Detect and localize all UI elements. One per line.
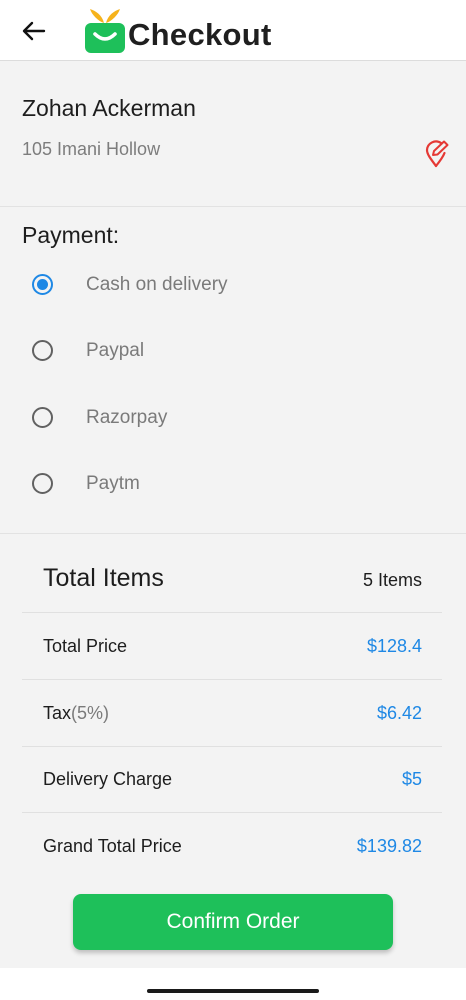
grand-total-value: $139.82	[356, 836, 422, 856]
shopping-basket-logo-icon	[85, 9, 125, 53]
total-items-label: Total Items	[43, 564, 164, 592]
total-price-value: $128.4	[366, 636, 422, 656]
delivery-charge-row: Delivery Charge $5	[22, 746, 442, 813]
grand-total-label: Grand Total Price	[43, 836, 182, 856]
delivery-charge-value: $5	[401, 769, 422, 789]
confirm-order-button[interactable]: Confirm Order	[73, 894, 393, 950]
payment-option-cash-on-delivery[interactable]: Cash on delivery	[22, 263, 442, 307]
home-indicator[interactable]	[147, 989, 319, 993]
payment-section: Payment: Cash on delivery Paypal Razorpa…	[0, 208, 466, 534]
radio-button[interactable]	[32, 407, 53, 428]
address-section: Zohan Ackerman 105 Imani Hollow	[0, 62, 466, 207]
total-items-value: 5 Items	[362, 570, 422, 590]
back-button[interactable]	[20, 18, 48, 44]
grand-total-row: Grand Total Price $139.82	[22, 813, 442, 880]
tax-label: Tax(5%)	[43, 703, 109, 724]
payment-option-label: Paytm	[86, 473, 140, 494]
app-bar: Checkout	[0, 0, 466, 61]
payment-option-label: Cash on delivery	[86, 274, 228, 295]
arrow-left-icon	[22, 21, 46, 41]
customer-name: Zohan Ackerman	[22, 95, 196, 121]
system-navigation-bar	[0, 968, 466, 1000]
payment-option-paypal[interactable]: Paypal	[22, 329, 442, 373]
radio-button[interactable]	[32, 340, 53, 361]
payment-heading: Payment:	[22, 222, 120, 248]
page-title: Checkout	[128, 17, 272, 52]
customer-address: 105 Imani Hollow	[22, 139, 161, 159]
delivery-charge-label: Delivery Charge	[43, 769, 173, 789]
tax-value: $6.42	[376, 703, 422, 723]
tax-row: Tax(5%) $6.42	[22, 680, 442, 747]
edit-location-icon[interactable]	[424, 140, 450, 168]
total-price-label: Total Price	[43, 636, 128, 656]
tax-rate: (5%)	[71, 703, 110, 723]
payment-option-label: Paypal	[86, 340, 145, 361]
payment-option-paytm[interactable]: Paytm	[22, 462, 442, 506]
radio-button-checked[interactable]	[32, 274, 53, 295]
total-price-row: Total Price $128.4	[22, 613, 442, 680]
payment-option-razorpay[interactable]: Razorpay	[22, 396, 442, 440]
total-items-row: Total Items 5 Items	[22, 546, 442, 613]
tax-label-text: Tax	[43, 703, 72, 723]
payment-option-label: Razorpay	[86, 407, 168, 428]
radio-button[interactable]	[32, 473, 53, 494]
